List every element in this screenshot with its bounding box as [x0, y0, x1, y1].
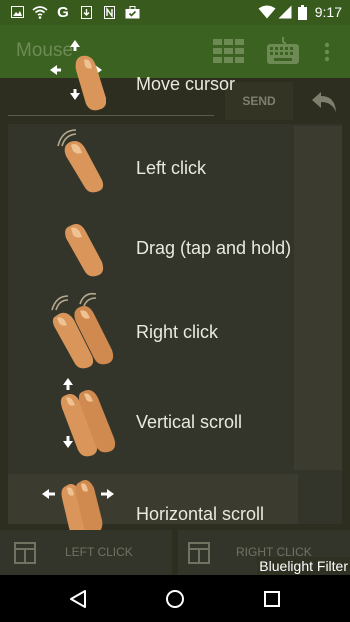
clock: 9:17: [314, 4, 342, 20]
gesture-left-click: Left click: [0, 124, 350, 210]
wifi-icon: [258, 5, 276, 19]
status-bar: G 9:17: [0, 0, 350, 25]
bluelight-filter-label: Bluelight Filter: [257, 557, 350, 575]
gesture-label: Drag (tap and hold): [136, 238, 292, 258]
left-click-label: LEFT CLICK: [65, 545, 133, 559]
one-finger-move-icon: [48, 38, 107, 119]
home-circle-icon[interactable]: [161, 585, 189, 613]
download-icon: [80, 5, 92, 19]
panel-icon: [14, 542, 36, 567]
image-icon: [10, 5, 24, 19]
two-finger-tap-icon: [48, 290, 126, 375]
gesture-label: Vertical scroll: [136, 412, 243, 432]
one-finger-hold-icon: [60, 216, 112, 283]
navigation-bar: [0, 575, 350, 622]
gesture-label: Left click: [136, 158, 207, 178]
battery-icon: [298, 4, 307, 20]
recents-square-icon[interactable]: [258, 585, 286, 613]
gesture-vertical-scroll: Vertical scroll: [0, 376, 350, 468]
wifi-calling-icon: [32, 5, 48, 19]
back-triangle-icon[interactable]: [64, 585, 92, 613]
left-click-button[interactable]: LEFT CLICK: [0, 530, 172, 575]
google-icon: G: [57, 3, 69, 21]
gesture-right-click: Right click: [0, 290, 350, 376]
gesture-label: Move cursor: [136, 74, 236, 94]
panel-icon: [188, 542, 210, 567]
signal-icon: [278, 5, 292, 19]
briefcase-check-icon: [125, 5, 140, 19]
gesture-drag: Drag (tap and hold): [0, 210, 350, 294]
gesture-move-cursor: Move cursor: [0, 38, 350, 124]
gesture-label: Horizontal scroll: [136, 504, 265, 524]
gesture-horizontal-scroll: Horizontal scroll: [0, 470, 350, 539]
gesture-label: Right click: [136, 322, 219, 342]
two-finger-vertical-scroll-icon: [56, 376, 126, 467]
nfc-icon: [103, 5, 115, 19]
one-finger-tap-icon: [54, 128, 110, 199]
